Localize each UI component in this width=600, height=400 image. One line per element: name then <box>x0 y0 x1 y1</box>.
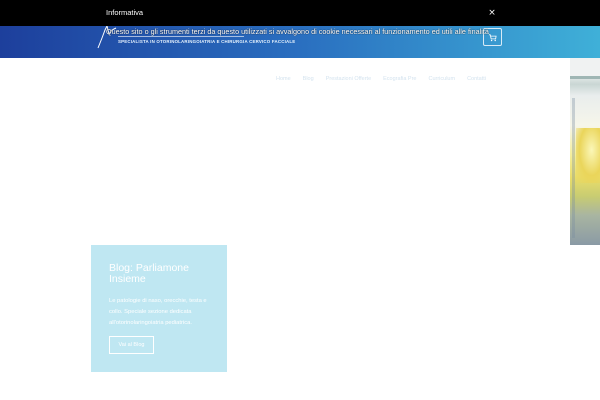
cookie-banner: Informativa × <box>0 0 600 26</box>
logo-subtitle: SPECIALISTA IN OTORINOLARINGOIATRIA E CH… <box>118 39 296 44</box>
blog-card-description: Le patologie di naso, orecchie, testa e … <box>109 298 207 326</box>
nav-item-ecografia[interactable]: Ecografia Pre <box>383 76 416 82</box>
nav-item-home[interactable]: Home <box>276 76 291 82</box>
nav-item-prestazioni[interactable]: Prestazioni Offerte <box>326 76 371 82</box>
hero-photo <box>570 58 600 245</box>
blog-button[interactable]: Vai al Blog <box>109 336 154 354</box>
page: SPECIALISTA IN OTORINOLARINGOIATRIA E CH… <box>0 0 600 400</box>
blog-card-title: Blog: Parliamone Insieme <box>109 262 189 285</box>
nav-item-blog[interactable]: Blog <box>303 76 314 82</box>
cookie-title: Informativa <box>106 8 144 17</box>
logo-divider <box>118 36 244 37</box>
blog-card: Blog: Parliamone Insieme Le patologie di… <box>91 245 227 372</box>
nav-item-curriculum[interactable]: Curriculum <box>428 76 455 82</box>
cart-icon <box>488 33 497 41</box>
close-icon[interactable]: × <box>487 7 497 19</box>
nav-item-contatti[interactable]: Contatti <box>467 76 486 82</box>
main-nav: Home Blog Prestazioni Offerte Ecografia … <box>276 76 486 82</box>
cookie-text: Questo sito o gli strumenti terzi da que… <box>106 27 489 36</box>
